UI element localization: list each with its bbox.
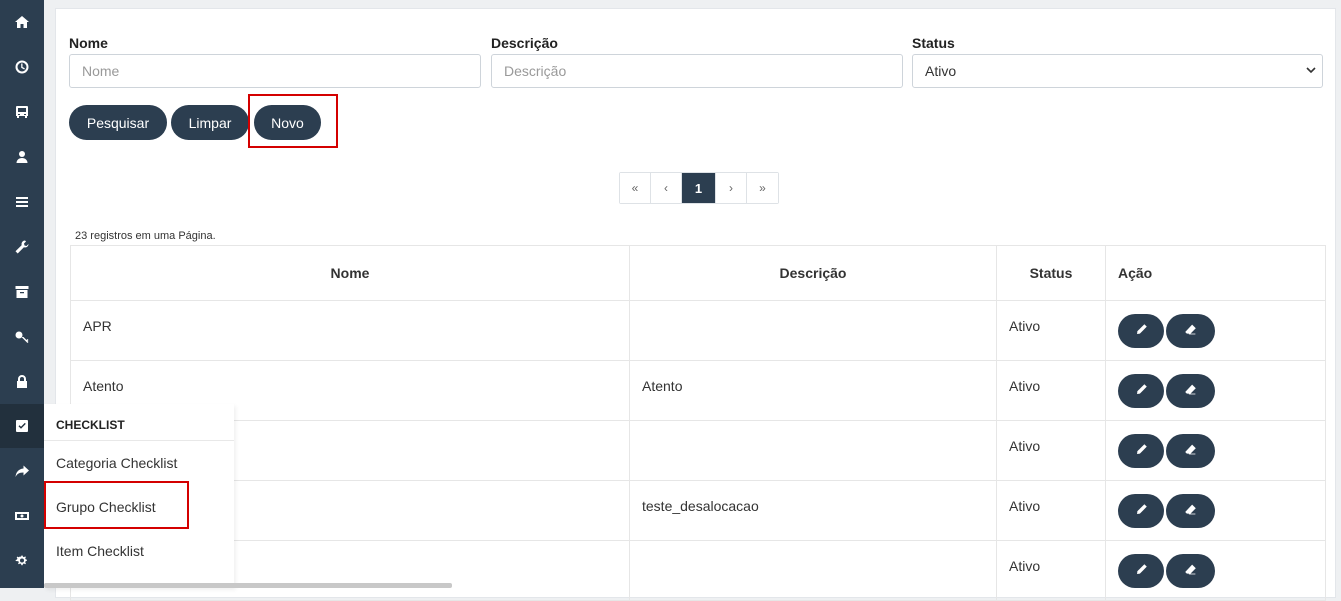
cell-nome: APR xyxy=(70,300,630,361)
cell-status: Ativo xyxy=(996,480,1106,541)
eraser-icon xyxy=(1184,503,1197,519)
cell-status: Ativo xyxy=(996,540,1106,601)
submenu-header: CHECKLIST xyxy=(56,418,125,432)
share-icon[interactable] xyxy=(0,449,44,493)
submenu-item-item-checklist[interactable]: Item Checklist xyxy=(56,543,144,559)
pencil-icon xyxy=(1135,323,1148,339)
table-header-row: Nome Descrição Status Ação xyxy=(70,245,1326,301)
home-icon[interactable] xyxy=(0,0,44,44)
wrench-icon[interactable] xyxy=(0,225,44,269)
delete-button[interactable] xyxy=(1166,494,1215,528)
table-row: Atento Atento Ativo xyxy=(70,360,1326,421)
descricao-label: Descrição xyxy=(491,35,558,51)
chevron-down-icon xyxy=(1306,67,1316,74)
cell-acao xyxy=(1105,480,1326,541)
descricao-input[interactable]: Descrição xyxy=(491,54,903,88)
archive-icon[interactable] xyxy=(0,270,44,314)
main-panel: Nome Nome Descrição Descrição Status Ati… xyxy=(55,8,1336,601)
cell-descricao: Atento xyxy=(629,360,997,421)
table-row: APR Ativo xyxy=(70,300,1326,361)
checklist-submenu: CHECKLIST Categoria Checklist Grupo Chec… xyxy=(44,404,234,588)
status-select[interactable]: Ativo xyxy=(912,54,1323,88)
header-acao: Ação xyxy=(1105,245,1326,301)
cell-status: Ativo xyxy=(996,300,1106,361)
horizontal-scrollbar[interactable] xyxy=(44,583,452,588)
cell-status: Ativo xyxy=(996,420,1106,481)
sidebar xyxy=(0,0,44,588)
records-count: 23 registros em uma Página. xyxy=(75,230,216,242)
header-descricao[interactable]: Descrição xyxy=(629,245,997,301)
cell-acao xyxy=(1105,360,1326,421)
cell-status: Ativo xyxy=(996,360,1106,421)
cell-acao xyxy=(1105,420,1326,481)
delete-button[interactable] xyxy=(1166,434,1215,468)
nome-input[interactable]: Nome xyxy=(69,54,481,88)
cell-acao xyxy=(1105,540,1326,601)
list-icon[interactable] xyxy=(0,180,44,224)
pagination: « ‹ 1 › » xyxy=(619,172,779,204)
pencil-icon xyxy=(1135,503,1148,519)
nome-label: Nome xyxy=(69,35,108,51)
page-prev[interactable]: ‹ xyxy=(651,173,682,203)
edit-button[interactable] xyxy=(1118,434,1164,468)
user-icon[interactable] xyxy=(0,135,44,179)
header-status[interactable]: Status xyxy=(996,245,1106,301)
cell-descricao: teste_desalocacao xyxy=(629,480,997,541)
edit-button[interactable] xyxy=(1118,374,1164,408)
table-row: teste_desalocacao Ativo xyxy=(70,480,1326,541)
submenu-item-categoria-checklist[interactable]: Categoria Checklist xyxy=(56,455,177,471)
cell-acao xyxy=(1105,300,1326,361)
bus-icon[interactable] xyxy=(0,90,44,134)
status-label: Status xyxy=(912,35,955,51)
page-next[interactable]: › xyxy=(716,173,747,203)
pesquisar-button[interactable]: Pesquisar xyxy=(69,105,167,140)
page-last[interactable]: » xyxy=(747,173,778,203)
pencil-icon xyxy=(1135,443,1148,459)
eraser-icon xyxy=(1184,563,1197,579)
grupo-highlight-box xyxy=(44,481,189,529)
header-nome[interactable]: Nome xyxy=(70,245,630,301)
page-first[interactable]: « xyxy=(620,173,651,203)
table-row: Ativo xyxy=(70,420,1326,481)
cogs-icon[interactable] xyxy=(0,539,44,583)
money-icon[interactable] xyxy=(0,494,44,538)
edit-button[interactable] xyxy=(1118,494,1164,528)
pencil-icon xyxy=(1135,383,1148,399)
delete-button[interactable] xyxy=(1166,374,1215,408)
delete-button[interactable] xyxy=(1166,314,1215,348)
table-row: Ativo xyxy=(70,540,1326,601)
cell-descricao xyxy=(629,540,997,601)
cell-descricao xyxy=(629,300,997,361)
key-icon[interactable] xyxy=(0,315,44,359)
cell-descricao xyxy=(629,420,997,481)
status-select-value: Ativo xyxy=(925,63,957,79)
lock-icon[interactable] xyxy=(0,360,44,404)
eraser-icon xyxy=(1184,323,1197,339)
check-square-icon[interactable] xyxy=(0,404,44,448)
eraser-icon xyxy=(1184,383,1197,399)
results-table: Nome Descrição Status Ação APR Ativo Atent… xyxy=(70,245,1326,601)
eraser-icon xyxy=(1184,443,1197,459)
edit-button[interactable] xyxy=(1118,314,1164,348)
limpar-button[interactable]: Limpar xyxy=(171,105,249,140)
delete-button[interactable] xyxy=(1166,554,1215,588)
novo-highlight-box xyxy=(248,94,338,148)
page-current[interactable]: 1 xyxy=(682,173,716,203)
clock-icon[interactable] xyxy=(0,45,44,89)
pencil-icon xyxy=(1135,563,1148,579)
submenu-divider xyxy=(44,440,234,441)
edit-button[interactable] xyxy=(1118,554,1164,588)
